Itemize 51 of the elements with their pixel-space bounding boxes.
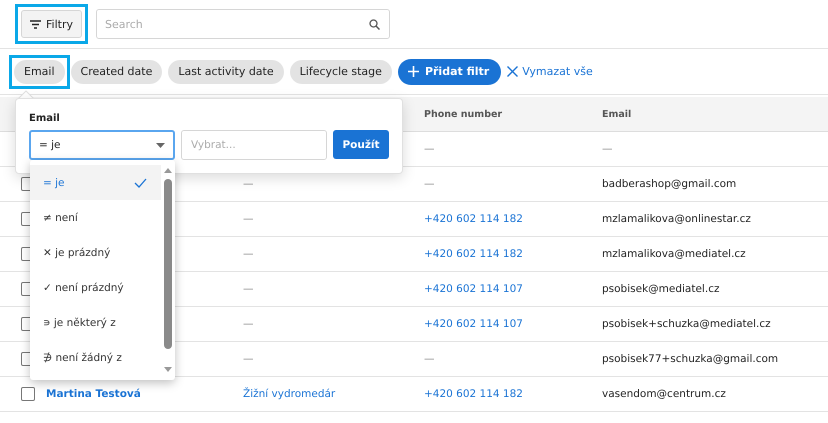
table-link[interactable]: +420 602 114 182 [424,213,602,225]
table-link[interactable]: +420 602 114 107 [424,318,602,330]
close-icon [507,66,518,77]
dropdown-option[interactable]: = je [30,165,161,200]
filter-button[interactable]: Filtry [21,10,82,38]
table-cell-text: badberashop@gmail.com [602,178,738,190]
contact-name-link[interactable]: Martina Testová [46,388,243,400]
dropdown-option[interactable]: ∌ není žádný z [30,340,161,375]
operator-select[interactable]: = je [29,130,175,160]
empty-cell-text: — [243,248,254,260]
table-link[interactable]: +420 602 114 107 [424,283,602,295]
search-icon [368,19,380,30]
table-cell-text: psobisek@mediatel.cz [602,283,720,295]
column-header: Email [602,108,632,120]
table-link[interactable]: Žižní vydromedár [243,388,424,400]
empty-cell-text: — [243,178,254,190]
filter-chip[interactable]: Lifecycle stage [290,60,392,84]
empty-cell-text: — [243,353,254,365]
caret-icon [156,142,165,148]
dropdown-option[interactable]: ≠ není [30,200,161,235]
check-icon [134,178,147,188]
clear-all-link[interactable]: Vymazat vše [507,65,593,78]
value-input-field[interactable]: Vybrat... [181,130,327,160]
empty-cell-text: — [424,353,436,365]
table-cell-text: psobisek77+schuzka@gmail.com [602,353,780,365]
empty-cell-text: — [243,283,254,295]
filter-icon [30,20,41,28]
filter-chip[interactable]: Last activity date [168,60,284,84]
empty-cell-text: — [424,178,436,190]
plus-icon [408,66,419,77]
table-cell-text: mzlamalikova@mediatel.cz [602,248,747,260]
empty-cell-text: — [424,143,436,155]
empty-cell-text: — [243,318,254,330]
apply-button[interactable]: Použít [333,130,389,159]
popover-title: Email [29,113,61,124]
dropdown-option[interactable]: ∍ je některý z [30,305,161,340]
filter-chip[interactable]: Created date [70,60,162,84]
table-link[interactable]: +420 602 114 182 [424,248,602,260]
table-cell-text: mzlamalikova@onlinestar.cz [602,213,752,225]
table-cell-text: psobisek+schuzka@mediatel.cz [602,318,772,330]
row-checkbox[interactable] [21,387,35,401]
empty-cell-text: — [243,213,254,225]
table-cell-text: vasendom@centrum.cz [602,388,727,400]
empty-cell-text: — [602,143,614,155]
filter-chip[interactable]: Email [14,60,65,84]
search-field[interactable]: Search [96,9,390,39]
table-link[interactable]: +420 602 114 182 [424,388,602,400]
add-filter-button[interactable]: Přidat filtr [398,58,502,84]
column-header: Phone number [424,108,504,120]
dropdown-option[interactable]: ✕ je prázdný [30,235,161,270]
dropdown-option[interactable]: ✓ není prázdný [30,270,161,305]
